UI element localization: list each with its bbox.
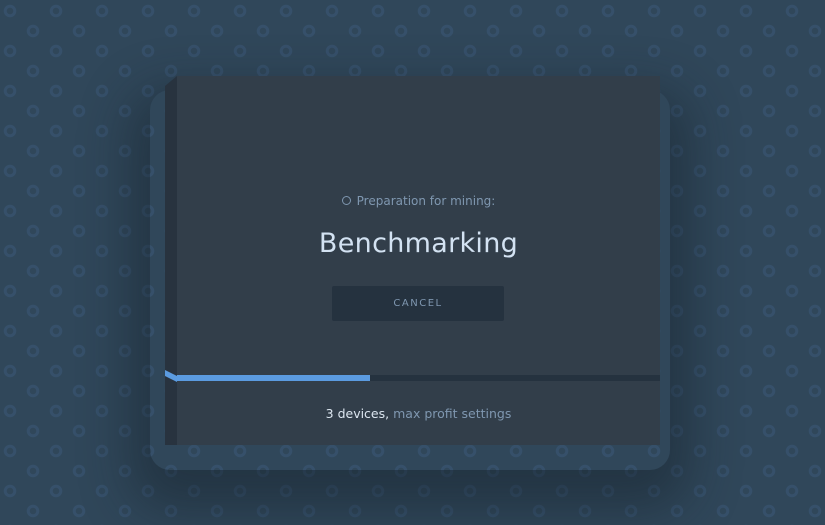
clock-icon	[341, 196, 351, 205]
progress-fill	[177, 375, 371, 381]
page-title: Benchmarking	[318, 228, 519, 259]
devices-count: 3 devices,	[325, 406, 390, 421]
footer-info: 3 devices, max profit settings	[177, 406, 660, 421]
benchmark-dialog: Preparation for mining: Benchmarking CAN…	[177, 76, 660, 445]
progress-bar	[177, 375, 660, 381]
subtitle-text: Preparation for mining:	[356, 194, 496, 208]
cancel-button[interactable]: CANCEL	[332, 286, 504, 321]
settings-link[interactable]: max profit settings	[393, 406, 511, 421]
subtitle: Preparation for mining:	[177, 194, 660, 208]
dialog-side-bevel	[165, 76, 177, 445]
